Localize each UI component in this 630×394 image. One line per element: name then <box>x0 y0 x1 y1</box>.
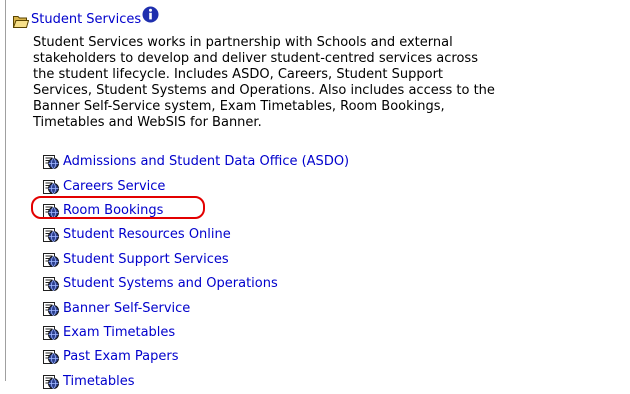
timetables-link[interactable]: Timetables <box>63 374 135 390</box>
web-page-icon <box>43 374 60 389</box>
list-item: Careers Service <box>43 174 349 198</box>
list-item: Student Support Services <box>43 248 349 272</box>
web-page-icon <box>43 301 60 316</box>
list-item: Banner Self-Service <box>43 296 349 320</box>
open-folder-icon[interactable] <box>12 14 30 28</box>
section-description: Student Services works in partnership wi… <box>33 35 495 130</box>
web-page-icon <box>43 252 60 267</box>
list-item: Student Resources Online <box>43 223 349 247</box>
student-systems-operations-link[interactable]: Student Systems and Operations <box>63 276 278 292</box>
student-services-link[interactable]: Student Services <box>31 12 141 28</box>
list-item: Student Systems and Operations <box>43 272 349 296</box>
web-page-icon <box>43 350 60 365</box>
web-page-icon <box>43 155 60 170</box>
list-item: Timetables <box>43 370 349 394</box>
web-page-icon <box>43 228 60 243</box>
student-resources-online-link[interactable]: Student Resources Online <box>63 227 231 243</box>
asdo-link[interactable]: Admissions and Student Data Office (ASDO… <box>63 154 349 170</box>
careers-service-link[interactable]: Careers Service <box>63 179 165 195</box>
left-border <box>5 0 6 381</box>
list-item: Exam Timetables <box>43 321 349 345</box>
web-page-icon <box>43 277 60 292</box>
web-page-icon <box>43 203 60 218</box>
exam-timetables-link[interactable]: Exam Timetables <box>63 325 175 341</box>
student-support-services-link[interactable]: Student Support Services <box>63 252 229 268</box>
web-page-icon <box>43 325 60 340</box>
list-item: Admissions and Student Data Office (ASDO… <box>43 150 349 174</box>
section-heading: Student Services <box>12 6 159 28</box>
web-page-icon <box>43 179 60 194</box>
room-bookings-link[interactable]: Room Bookings <box>63 203 163 219</box>
list-item: Room Bookings <box>43 199 349 223</box>
past-exam-papers-link[interactable]: Past Exam Papers <box>63 349 178 365</box>
info-icon[interactable] <box>142 6 159 23</box>
banner-self-service-link[interactable]: Banner Self-Service <box>63 301 190 317</box>
service-link-list: Admissions and Student Data Office (ASDO… <box>43 150 349 394</box>
list-item: Past Exam Papers <box>43 345 349 369</box>
